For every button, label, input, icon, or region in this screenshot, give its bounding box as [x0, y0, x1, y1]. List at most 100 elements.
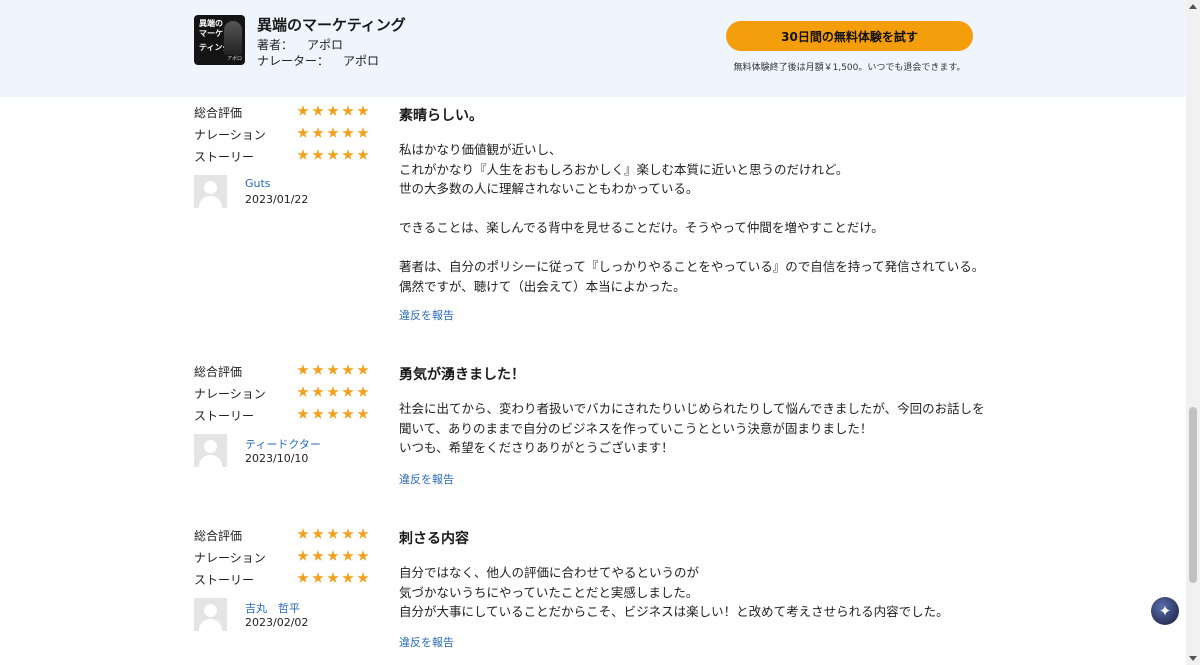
rating-label-narration: ナレーション	[194, 551, 266, 565]
narrator-value: アポロ	[343, 54, 380, 68]
book-title: 異端のマーケティング	[257, 16, 406, 34]
star-icon	[357, 572, 369, 583]
report-link[interactable]: 違反を報告	[399, 471, 454, 487]
star-icon	[357, 386, 369, 397]
rating-label-overall: 総合評価	[194, 106, 243, 120]
rating-row-story: ストーリー	[194, 407, 374, 425]
review-paragraph: できることは、楽しんでる背中を見せることだけ。そうやって仲間を増やすことだけ。	[399, 220, 884, 235]
star-icon	[357, 528, 369, 539]
cover-text-line1: 異端の	[199, 19, 223, 28]
rating-row-story: ストーリー	[194, 148, 374, 166]
star-icon	[312, 149, 324, 160]
star-icon	[357, 149, 369, 160]
trial-note: 無料体験終了後は月額￥1,500。いつでも退会できます。	[733, 63, 966, 73]
review-title: 勇気が湧きました！	[399, 367, 525, 383]
free-trial-button[interactable]: 30日間の無料体験を試す	[726, 21, 973, 51]
star-icon	[312, 386, 324, 397]
review-body: 社会に出てから、変わり者扱いでバカにされたりいじめられたりして悩んできましたが、…	[399, 399, 991, 458]
scroll-up-arrow-icon[interactable]	[1189, 4, 1197, 9]
star-icon	[342, 105, 354, 116]
rating-label-narration: ナレーション	[194, 128, 266, 142]
star-icon	[297, 364, 309, 375]
star-icon	[357, 408, 369, 419]
star-rating	[297, 149, 369, 161]
star-rating	[297, 105, 369, 117]
star-icon	[342, 149, 354, 160]
star-icon	[297, 149, 309, 160]
avatar	[194, 598, 227, 631]
scroll-down-arrow-icon[interactable]	[1189, 656, 1197, 661]
rating-label-overall: 総合評価	[194, 365, 243, 379]
star-icon	[327, 572, 339, 583]
star-icon	[327, 528, 339, 539]
review-date: 2023/10/10	[245, 452, 309, 465]
review-title: 刺さる内容	[399, 531, 469, 547]
star-icon	[327, 550, 339, 561]
rating-row-narration: ナレーション	[194, 385, 374, 403]
review-paragraph: 私はかなり価値観が近いし、	[399, 142, 562, 157]
star-rating	[297, 408, 369, 420]
sticky-header: 異端の マーケ ティング アポロ 異端のマーケティング 著者： アポロ ナレーター…	[0, 0, 1186, 97]
narrator-label: ナレーター：	[257, 54, 330, 68]
star-icon	[312, 127, 324, 138]
star-icon	[312, 105, 324, 116]
cover-author: アポロ	[226, 56, 242, 62]
star-icon	[342, 528, 354, 539]
review-paragraph: 自分が大事にしていることだからこそ、ビジネスは楽しい！と改めて考えさせられる内容…	[399, 604, 949, 619]
star-icon	[297, 528, 309, 539]
rating-row-story: ストーリー	[194, 571, 374, 589]
star-icon	[342, 572, 354, 583]
star-icon	[342, 386, 354, 397]
report-link[interactable]: 違反を報告	[399, 307, 454, 323]
rating-row-overall: 総合評価	[194, 363, 374, 381]
star-icon	[342, 550, 354, 561]
cover-text-line2: マーケ	[199, 29, 223, 38]
rating-row-narration: ナレーション	[194, 126, 374, 144]
assistant-button[interactable]: ✦	[1151, 597, 1179, 625]
star-icon	[342, 364, 354, 375]
report-link[interactable]: 違反を報告	[399, 634, 454, 650]
star-icon	[342, 408, 354, 419]
rating-label-story: ストーリー	[194, 573, 255, 587]
cover-figure	[224, 21, 242, 55]
star-icon	[327, 105, 339, 116]
review-paragraph: 著者は、自分のポリシーに従って『しっかりやることをやっている』ので自信を持って発…	[399, 259, 985, 294]
rating-label-overall: 総合評価	[194, 529, 243, 543]
star-rating	[297, 572, 369, 584]
star-icon	[312, 572, 324, 583]
review-date: 2023/01/22	[245, 193, 309, 206]
rating-row-overall: 総合評価	[194, 104, 374, 122]
star-icon	[327, 386, 339, 397]
star-icon	[297, 105, 309, 116]
star-icon	[357, 550, 369, 561]
star-icon	[357, 127, 369, 138]
review-paragraph: 世の大多数の人に理解されないこともわかっている。	[399, 181, 699, 196]
rating-row-narration: ナレーション	[194, 549, 374, 567]
book-cover[interactable]: 異端の マーケ ティング アポロ	[194, 15, 245, 65]
rating-row-overall: 総合評価	[194, 527, 374, 545]
reviewer-name[interactable]: ティードクター	[245, 436, 321, 452]
author-label: 著者：	[257, 38, 294, 52]
star-icon	[327, 149, 339, 160]
review-paragraph: 自分ではなく、他人の評価に合わせてやるというのが	[399, 565, 700, 580]
star-icon	[327, 127, 339, 138]
review-paragraph: いつも、希望をくださりありがとうございます！	[399, 440, 674, 455]
reviewer-name[interactable]: Guts	[245, 177, 271, 190]
scrollbar-thumb[interactable]	[1189, 407, 1197, 583]
rating-label-story: ストーリー	[194, 150, 255, 164]
star-icon	[297, 408, 309, 419]
star-rating	[297, 127, 369, 139]
rating-label-narration: ナレーション	[194, 387, 266, 401]
author-value: アポロ	[307, 38, 344, 52]
star-icon	[312, 408, 324, 419]
reviewer-name[interactable]: 吉丸 哲平	[245, 600, 300, 616]
avatar	[194, 434, 227, 467]
star-icon	[297, 386, 309, 397]
review-paragraph: 社会に出てから、変わり者扱いでバカにされたりいじめられたりして悩んできましたが、…	[399, 401, 985, 436]
sparkle-icon: ✦	[1158, 601, 1172, 620]
scrollbar[interactable]	[1186, 0, 1200, 665]
star-rating	[297, 386, 369, 398]
star-icon	[312, 364, 324, 375]
star-icon	[357, 105, 369, 116]
star-rating	[297, 550, 369, 562]
